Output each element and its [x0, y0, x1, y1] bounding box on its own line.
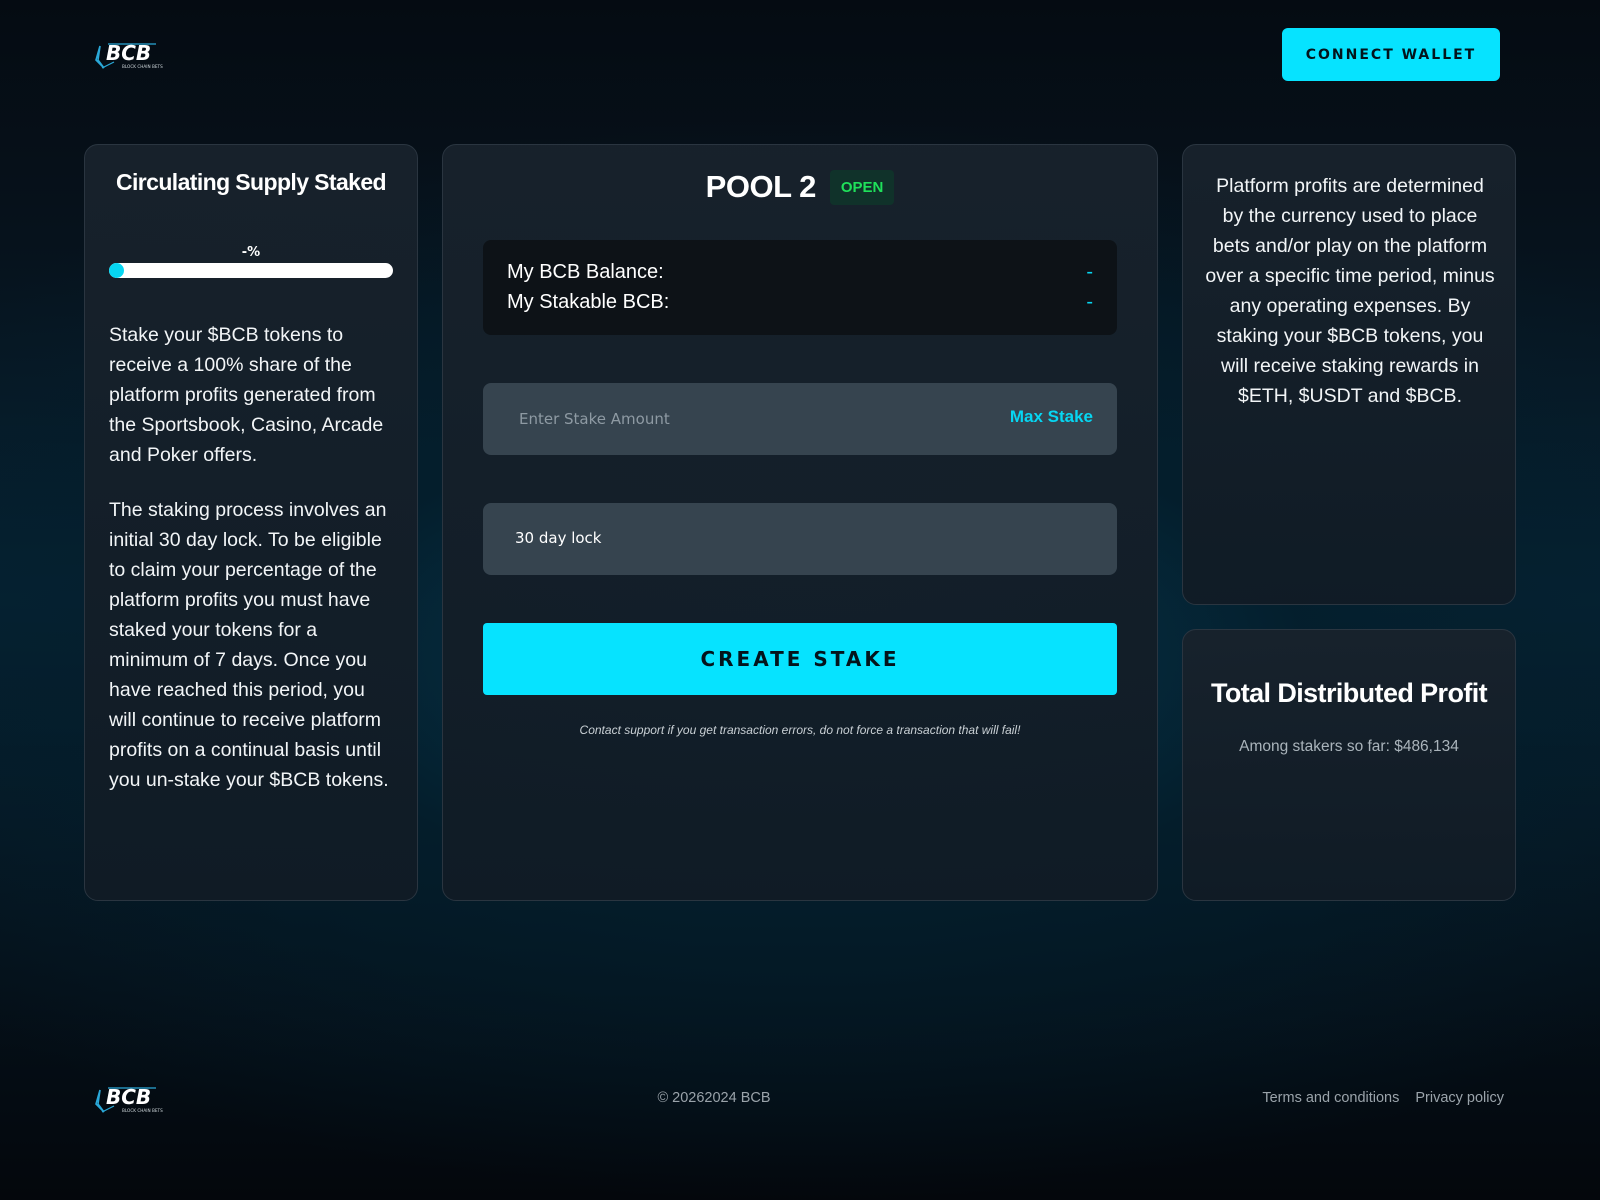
pool-card: POOL 2 OPEN My BCB Balance: - My Stakabl… [442, 144, 1158, 901]
pool-status-badge: OPEN [829, 169, 895, 205]
pool-title: POOL 2 [705, 169, 817, 204]
bcb-balance-row: My BCB Balance: - [507, 257, 1093, 287]
privacy-link[interactable]: Privacy policy [1415, 1090, 1504, 1106]
staking-intro-text: Stake your $BCB tokens to receive a 100%… [109, 324, 384, 466]
stakable-bcb-row: My Stakable BCB: - [507, 287, 1093, 317]
footer-links: Terms and conditions Privacy policy [1262, 1090, 1504, 1106]
supply-progress-fill [109, 263, 124, 278]
copyright-text: © 20262024 BCB [657, 1090, 771, 1106]
create-stake-button[interactable]: CREATE STAKE [483, 623, 1117, 695]
balance-panel: My BCB Balance: - My Stakable BCB: - [483, 240, 1117, 335]
bcb-balance-value: - [1086, 260, 1093, 283]
lock-period-select[interactable]: 30 day lock [483, 503, 1117, 575]
bcb-balance-label: My BCB Balance: [507, 260, 664, 283]
connect-wallet-button[interactable]: CONNECT WALLET [1282, 28, 1500, 81]
svg-text:BLOCK CHAIN BETS: BLOCK CHAIN BETS [122, 1108, 163, 1113]
terms-link[interactable]: Terms and conditions [1262, 1090, 1399, 1106]
logo-mark: BCB BLOCK CHAIN BETS [95, 41, 163, 69]
lock-period-value: 30 day lock [515, 529, 602, 547]
supply-progress-label: -% [241, 245, 261, 260]
profit-info-card: Platform profits are determined by the c… [1182, 144, 1516, 605]
staking-process-text: The staking process involves an initial … [109, 499, 389, 791]
stake-amount-input[interactable] [483, 383, 963, 455]
profit-info-text: Platform profits are determined by the c… [1205, 175, 1495, 407]
supply-progress-bar [109, 263, 393, 278]
stakable-bcb-label: My Stakable BCB: [507, 290, 670, 313]
svg-text:BCB: BCB [106, 41, 151, 65]
max-stake-button[interactable]: Max Stake [1010, 407, 1093, 427]
distributed-profit-value: Among stakers so far: $486,134 [1239, 738, 1459, 755]
circulating-supply-card: Circulating Supply Staked -% Stake your … [84, 144, 418, 901]
stakable-bcb-value: - [1086, 290, 1093, 313]
circulating-supply-title: Circulating Supply Staked [116, 169, 387, 195]
stake-amount-field: Max Stake [483, 383, 1117, 455]
svg-text:BLOCK CHAIN BETS: BLOCK CHAIN BETS [122, 64, 163, 69]
support-note: Contact support if you get transaction e… [579, 723, 1021, 737]
pool-header: POOL 2 OPEN [443, 167, 1157, 207]
bcb-logo-icon[interactable]: BCB BLOCK CHAIN BETS [94, 38, 170, 72]
distributed-profit-title: Total Distributed Profit [1210, 678, 1488, 708]
distributed-profit-card: Total Distributed Profit Among stakers s… [1182, 629, 1516, 901]
